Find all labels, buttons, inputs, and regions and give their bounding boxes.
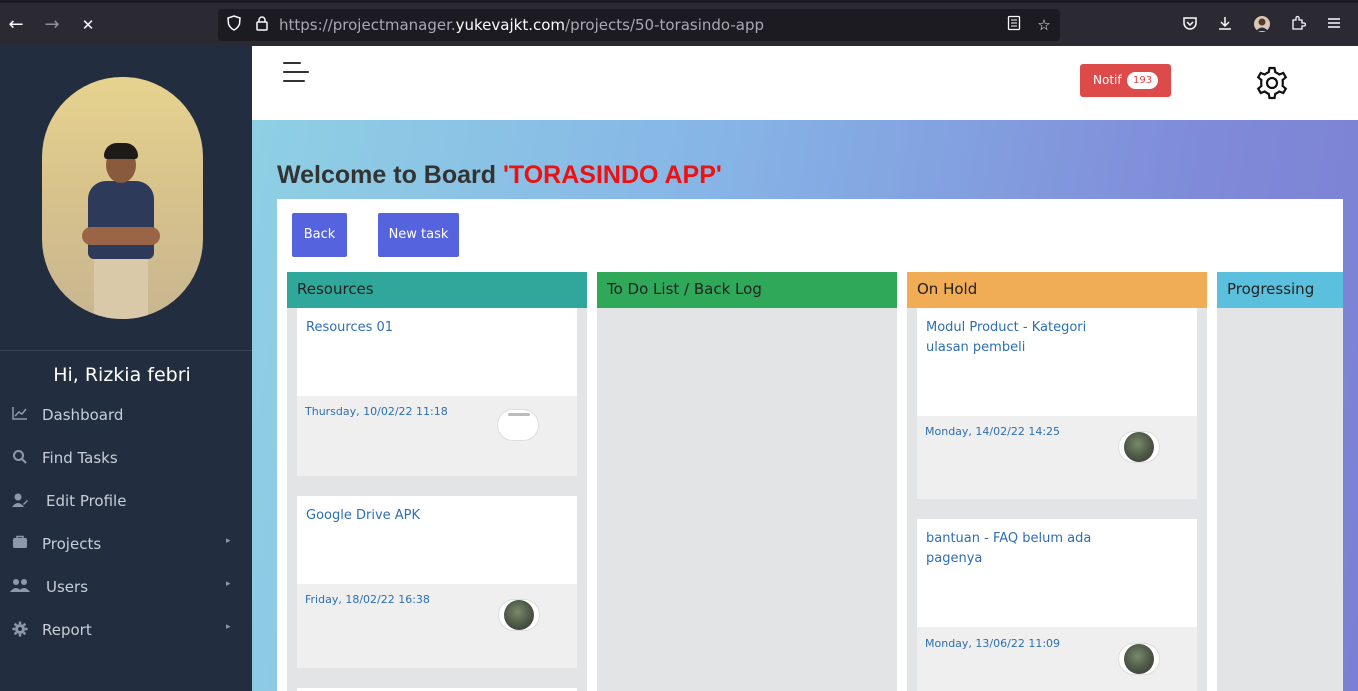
sidebar-item-label: Edit Profile [46, 492, 127, 510]
extensions-icon[interactable] [1287, 15, 1309, 37]
task-date: Thursday, 10/02/22 11:18 [305, 405, 448, 418]
task-title[interactable]: Modul Product - Kategori ulasan pembeli [926, 318, 1106, 358]
project-name: 'TORASINDO APP' [502, 161, 722, 189]
assignee-avatar [498, 599, 540, 631]
pocket-icon[interactable] [1179, 15, 1201, 37]
users-icon [10, 578, 30, 596]
sidebar-item-label: Find Tasks [42, 449, 118, 467]
task-title[interactable]: Resources 01 [306, 318, 486, 338]
sidebar-item-report[interactable]: Report ▸ [0, 613, 252, 647]
kanban-board: Back New task Resources Resources 01 Thu… [277, 199, 1343, 691]
task-date: Monday, 13/06/22 11:09 [925, 637, 1061, 650]
account-avatar-icon[interactable] [1251, 15, 1273, 37]
column-progressing: Progressing [1217, 272, 1343, 691]
stop-loading-icon[interactable]: ✕ [76, 13, 100, 37]
column-header: To Do List / Back Log [597, 272, 897, 308]
settings-gear-icon[interactable] [1254, 65, 1290, 101]
assignee-avatar [1118, 643, 1160, 675]
url-domain: yukevajkt.com [455, 16, 566, 34]
url-prefix: https://projectmanager. [279, 16, 456, 34]
user-greeting: Hi, Rizkia febri [53, 364, 191, 386]
sidebar-item-projects[interactable]: Projects ▸ [0, 527, 252, 561]
column-todo: To Do List / Back Log [597, 272, 897, 691]
column-title: To Do List / Back Log [607, 280, 762, 298]
task-card[interactable]: Google Drive APK Friday, 18/02/22 16:38 [297, 496, 577, 668]
new-task-button[interactable]: New task [378, 213, 459, 257]
caret-right-icon: ▸ [226, 536, 231, 546]
task-card[interactable]: Resources 01 Thursday, 10/02/22 11:18 [297, 308, 577, 476]
column-header: Resources [287, 272, 587, 308]
sidebar-toggle-icon[interactable] [283, 62, 309, 84]
gear-icon [10, 621, 30, 639]
page-title: Welcome to Board 'TORASINDO APP' [277, 161, 722, 190]
column-on-hold: On Hold Modul Product - Kategori ulasan … [907, 272, 1207, 691]
sidebar-item-label: Report [42, 621, 92, 639]
column-title: Progressing [1227, 280, 1315, 298]
main-content: Welcome to Board 'TORASINDO APP' Back Ne… [252, 120, 1358, 691]
notification-label: Notif [1093, 73, 1122, 87]
notification-button[interactable]: Notif 193 [1080, 64, 1171, 97]
sidebar-item-label: Dashboard [42, 406, 124, 424]
browser-toolbar: ← → ✕ https://projectmanager.yukevajkt.c… [0, 0, 1358, 46]
task-title[interactable]: bantuan - FAQ belum ada pagenya [926, 529, 1106, 569]
sidebar-item-edit-profile[interactable]: Edit Profile [0, 484, 252, 518]
user-edit-icon [10, 492, 30, 510]
sidebar-item-label: Projects [42, 535, 102, 553]
top-header: Notif 193 [252, 46, 1358, 120]
page-title-prefix: Welcome to Board [277, 161, 503, 189]
task-date: Monday, 14/02/22 14:25 [925, 425, 1061, 438]
url-text[interactable]: https://projectmanager.yukevajkt.com/pro… [279, 16, 764, 34]
sidebar-item-dashboard[interactable]: Dashboard [0, 398, 252, 432]
column-title: On Hold [917, 280, 978, 298]
url-bar[interactable]: https://projectmanager.yukevajkt.com/pro… [218, 9, 1060, 41]
column-resources: Resources Resources 01 Thursday, 10/02/2… [287, 272, 587, 691]
shield-icon[interactable] [224, 15, 244, 35]
chart-line-icon [10, 406, 30, 424]
hamburger-menu-icon[interactable] [1323, 15, 1345, 37]
reader-view-icon[interactable] [1004, 15, 1024, 35]
back-arrow-icon[interactable]: ← [4, 13, 28, 37]
column-title: Resources [297, 280, 374, 298]
forward-arrow-icon[interactable]: → [40, 13, 64, 37]
caret-right-icon: ▸ [226, 579, 231, 589]
back-button[interactable]: Back [292, 213, 347, 257]
bookmark-star-icon[interactable]: ☆ [1034, 15, 1054, 35]
url-path: /projects/50-torasindo-app [565, 16, 765, 34]
task-card[interactable]: Modul Product - Kategori ulasan pembeli … [917, 308, 1197, 499]
caret-right-icon: ▸ [226, 622, 231, 632]
assignee-avatar [1118, 431, 1160, 463]
column-header: On Hold [907, 272, 1207, 308]
lock-icon[interactable] [252, 15, 272, 35]
sidebar-item-users[interactable]: Users ▸ [0, 570, 252, 604]
sidebar-item-label: Users [46, 578, 89, 596]
profile-photo [42, 77, 203, 319]
sidebar-divider [0, 350, 252, 351]
assignee-avatar [497, 409, 539, 441]
search-icon [10, 449, 30, 467]
sidebar: Hi, Rizkia febri Dashboard Find Tasks Ed… [0, 46, 252, 691]
briefcase-icon [10, 535, 30, 553]
download-icon[interactable] [1214, 15, 1236, 37]
task-title[interactable]: Google Drive APK [306, 506, 486, 526]
notification-count-badge: 193 [1127, 72, 1159, 89]
task-card[interactable]: bantuan - FAQ belum ada pagenya Monday, … [917, 519, 1197, 691]
task-date: Friday, 18/02/22 16:38 [305, 593, 430, 606]
column-header: Progressing [1217, 272, 1343, 308]
sidebar-item-find-tasks[interactable]: Find Tasks [0, 441, 252, 475]
